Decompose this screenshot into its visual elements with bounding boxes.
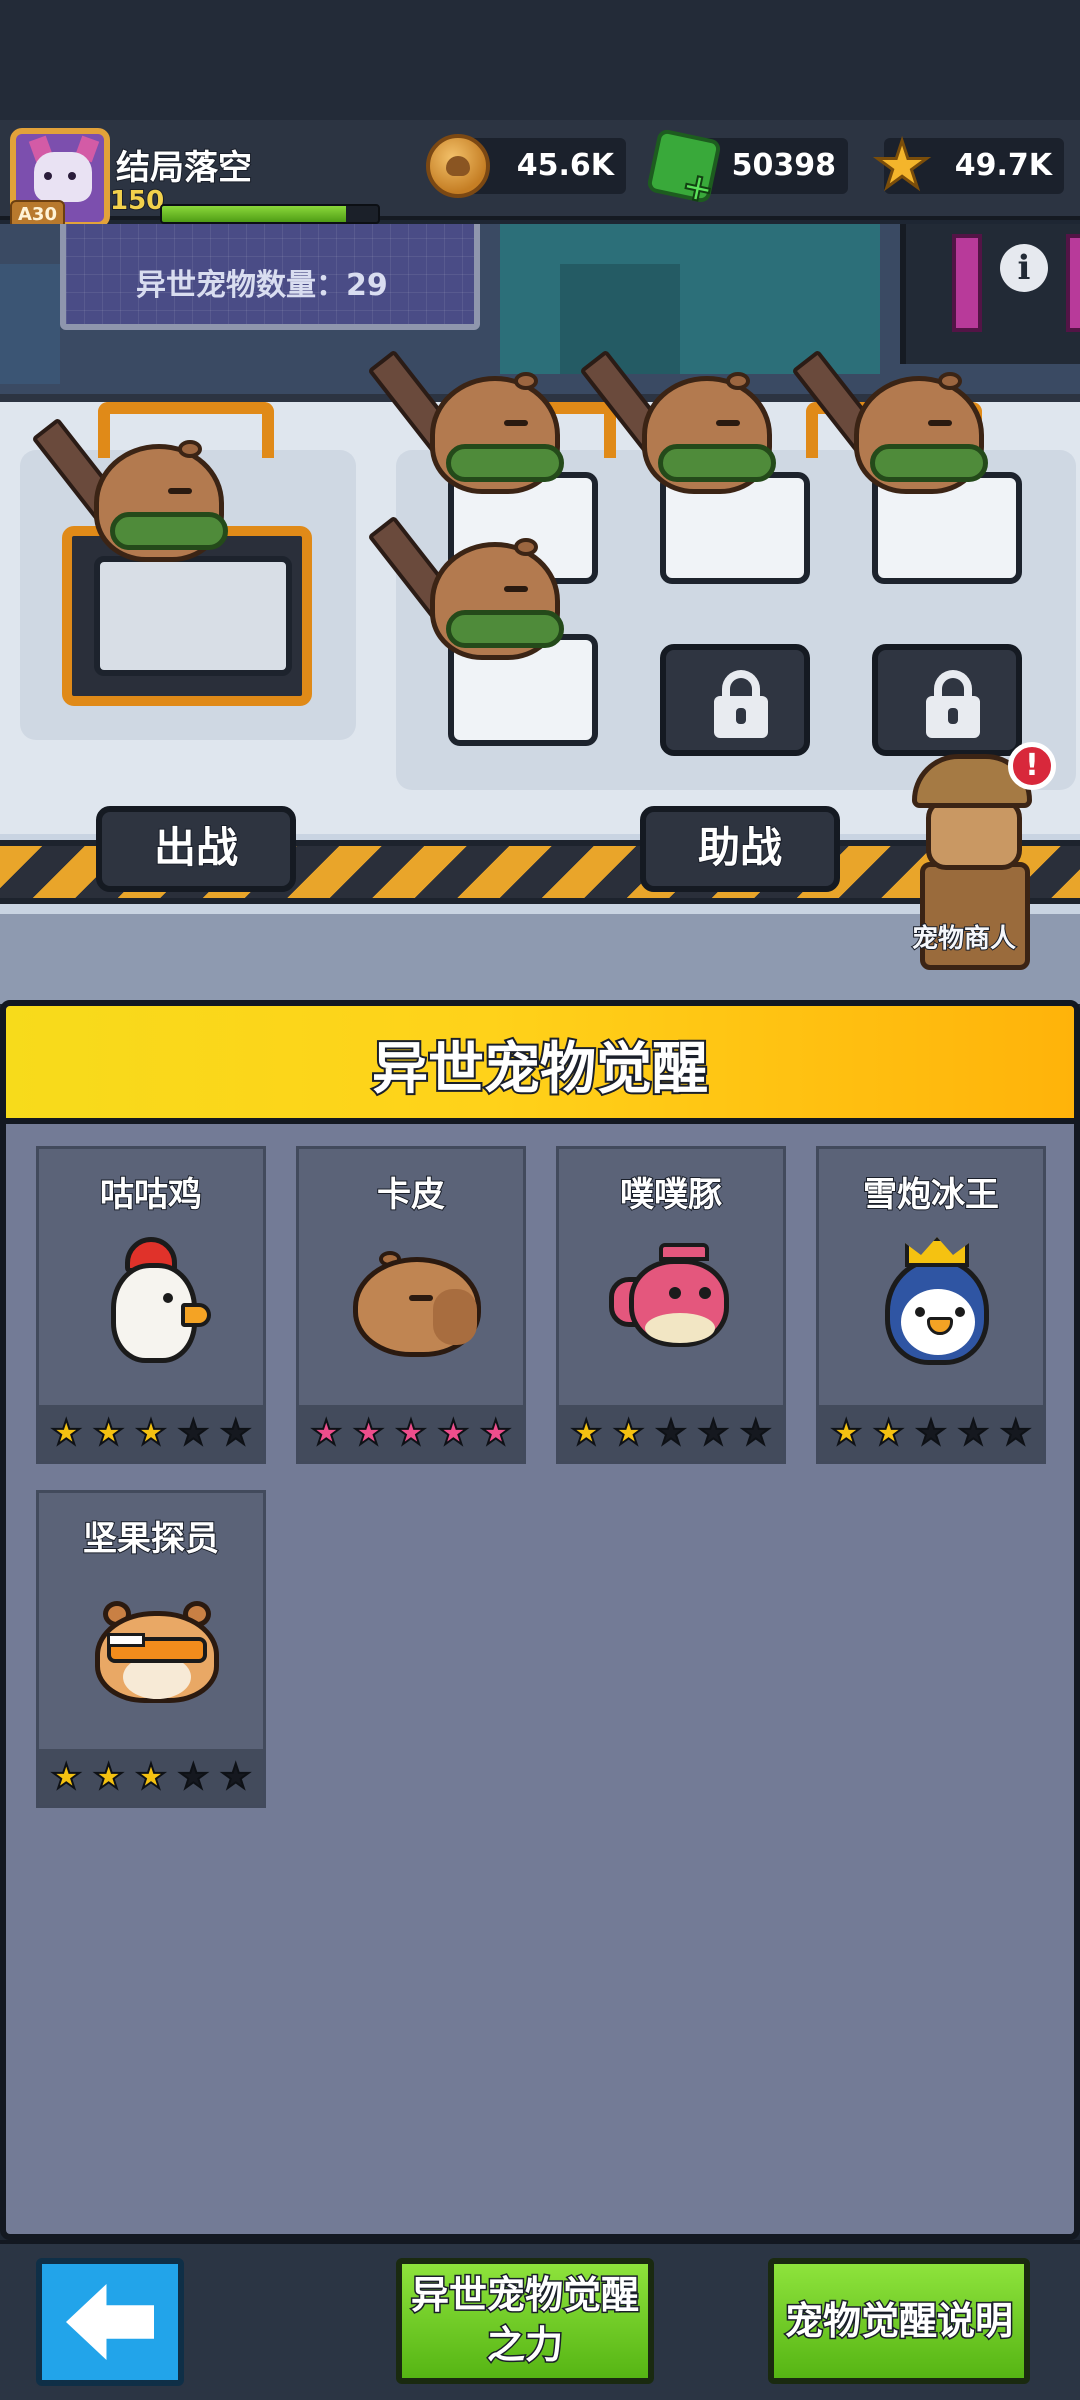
pet-card[interactable]: 卡皮 ★ ★ ★ ★ ★ — [296, 1146, 526, 1464]
capybara-pet-sprite[interactable] — [791, 336, 994, 506]
awakening-info-button[interactable]: 宠物觉醒说明 — [768, 2258, 1030, 2384]
gem-value: 50398 — [731, 147, 837, 184]
star-filled-icon: ★ — [570, 1413, 603, 1453]
penguin-king-icon — [869, 1237, 999, 1367]
awakening-power-button[interactable]: 异世宠物觉醒 之力 — [396, 2258, 654, 2384]
star-filled-icon: ★ — [612, 1413, 645, 1453]
star-empty-icon: ★ — [177, 1757, 210, 1797]
player-name: 结局落空 — [115, 147, 253, 189]
star-rating: ★ ★ ★ ★ ★ — [39, 1405, 263, 1461]
star-filled-icon: ★ — [395, 1413, 428, 1453]
back-button[interactable] — [36, 2258, 184, 2386]
pet-card[interactable]: 噗噗豚 ★ ★ ★ ★ ★ — [556, 1146, 786, 1464]
pet-card[interactable]: 坚果探员 ★ ★ ★ ★ ★ — [36, 1490, 266, 1808]
locked-slot[interactable] — [872, 644, 1022, 756]
star-filled-icon: ★ — [92, 1413, 125, 1453]
star-rating: ★ ★ ★ ★ ★ — [299, 1405, 523, 1461]
star-rating: ★ ★ ★ ★ ★ — [819, 1405, 1043, 1461]
chicken-icon — [89, 1237, 219, 1367]
star-filled-icon: ★ — [479, 1413, 512, 1453]
star-filled-icon: ★ — [830, 1413, 863, 1453]
star-counter[interactable]: ★ 49.7K — [872, 133, 1064, 200]
pet-count-board: 异世宠物数量：29 — [60, 224, 480, 330]
pufferfish-icon — [609, 1237, 739, 1367]
star-empty-icon: ★ — [655, 1413, 688, 1453]
star-empty-icon: ★ — [219, 1413, 252, 1453]
pet-awakening-panel: 异世宠物觉醒 咕咕鸡 ★ ★ ★ ★ ★ 卡皮 ★ ★ ★ ★ ★ 噗噗豚 ★ ★ ★ ★ ★ — [0, 1000, 1080, 2240]
back-arrow-icon — [66, 2284, 154, 2360]
gem-counter[interactable]: 50398 — [646, 128, 848, 204]
star-empty-icon: ★ — [697, 1413, 730, 1453]
bottom-bar: 异世宠物觉醒 之力 宠物觉醒说明 — [0, 2240, 1080, 2400]
gem-plus-icon — [646, 128, 722, 204]
pet-card[interactable]: 雪炮冰王 ★ ★ ★ ★ ★ — [816, 1146, 1046, 1464]
star-filled-icon: ★ — [135, 1413, 168, 1453]
player-power: 150 — [109, 185, 165, 217]
status-bar — [0, 0, 1080, 120]
pet-base-scene: 异世宠物数量：29 i 出战 助战 ! — [0, 224, 1080, 1004]
star-rating: ★ ★ ★ ★ ★ — [39, 1749, 263, 1805]
star-filled-icon: ★ — [50, 1413, 83, 1453]
star-empty-icon: ★ — [177, 1413, 210, 1453]
star-empty-icon: ★ — [739, 1413, 772, 1453]
star-filled-icon: ★ — [135, 1757, 168, 1797]
panel-header: 异世宠物觉醒 — [6, 1006, 1074, 1124]
awakening-power-label-line1: 异世宠物觉醒 — [409, 2272, 640, 2319]
locked-slot[interactable] — [660, 644, 810, 756]
pet-card[interactable]: 咕咕鸡 ★ ★ ★ ★ ★ — [36, 1146, 266, 1464]
panel-title: 异世宠物觉醒 — [370, 1035, 710, 1104]
pet-name: 坚果探员 — [82, 1518, 220, 1560]
pet-name: 噗噗豚 — [619, 1174, 723, 1216]
coin-icon — [426, 134, 490, 198]
capybara-pet-sprite[interactable] — [579, 336, 782, 506]
awakening-power-label-line2: 之力 — [485, 2322, 564, 2369]
pet-name: 雪炮冰王 — [862, 1174, 1000, 1216]
star-empty-icon: ★ — [957, 1413, 990, 1453]
star-filled-icon: ★ — [437, 1413, 470, 1453]
hamster-agent-icon — [89, 1581, 219, 1711]
star-empty-icon: ★ — [915, 1413, 948, 1453]
coin-counter[interactable]: 45.6K — [426, 134, 626, 198]
assist-button[interactable]: 助战 — [640, 806, 840, 892]
star-rating: ★ ★ ★ ★ ★ — [559, 1405, 783, 1461]
alert-icon: ! — [1008, 742, 1056, 790]
experience-bar-fill — [162, 206, 346, 222]
capybara-icon — [349, 1237, 481, 1367]
star-filled-icon: ★ — [50, 1757, 83, 1797]
capybara-pet-sprite[interactable] — [367, 502, 570, 672]
star-filled-icon: ★ — [310, 1413, 343, 1453]
star-filled-icon: ★ — [872, 1413, 905, 1453]
coin-value: 45.6K — [516, 147, 615, 184]
star-filled-icon: ★ — [352, 1413, 385, 1453]
pet-merchant-npc[interactable]: ! — [890, 742, 1060, 1004]
info-icon[interactable]: i — [1000, 244, 1048, 292]
capybara-pet-sprite[interactable] — [31, 404, 234, 574]
deploy-button[interactable]: 出战 — [96, 806, 296, 892]
star-icon: ★ — [872, 129, 932, 203]
pet-name: 咕咕鸡 — [99, 1174, 203, 1216]
pet-name: 卡皮 — [376, 1174, 446, 1216]
star-filled-icon: ★ — [92, 1757, 125, 1797]
star-value: 49.7K — [954, 147, 1053, 184]
capybara-pet-sprite[interactable] — [367, 336, 570, 506]
pet-merchant-label: 宠物商人 — [911, 923, 1017, 955]
star-empty-icon: ★ — [219, 1757, 252, 1797]
pet-count-label: 异世宠物数量：29 — [136, 268, 388, 303]
star-empty-icon: ★ — [999, 1413, 1032, 1453]
experience-bar — [160, 204, 380, 224]
